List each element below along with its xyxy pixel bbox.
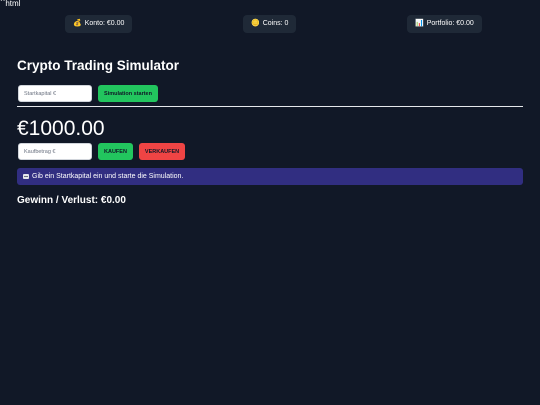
konto-stat: 💰 Konto: €0.00 [65,15,133,33]
stray-text: ``html [0,0,21,8]
bar-chart-icon: 📊 [415,20,424,27]
stats-bar: 💰 Konto: €0.00 🪙 Coins: 0 📊 Portfolio: €… [0,15,540,33]
trade-controls: KAUFEN VERKAUFEN [18,143,186,160]
money-bag-icon: 💰 [73,20,82,27]
start-simulation-button[interactable]: Simulation starten [98,85,158,102]
sell-button[interactable]: VERKAUFEN [138,143,186,160]
balance-display: €1000.00 [17,117,105,140]
start-capital-input[interactable] [18,85,92,102]
coins-stat: 🪙 Coins: 0 [243,15,297,33]
info-message: Gib ein Startkapital ein und starte die … [17,168,523,185]
newspaper-icon [23,174,29,179]
buy-button[interactable]: KAUFEN [98,143,133,160]
start-controls: Simulation starten [18,85,158,102]
buy-amount-input[interactable] [18,143,92,160]
info-text: Gib ein Startkapital ein und starte die … [32,173,184,180]
profit-loss: Gewinn / Verlust: €0.00 [17,195,126,206]
konto-label: Konto: €0.00 [84,20,125,27]
page: ``html 💰 Konto: €0.00 🪙 Coins: 0 📊 Portf… [0,0,540,405]
portfolio-label: Portfolio: €0.00 [426,20,474,27]
coin-icon: 🪙 [251,20,260,27]
page-title: Crypto Trading Simulator [17,58,180,73]
divider [17,106,523,107]
coins-label: Coins: 0 [262,20,289,27]
portfolio-stat: 📊 Portfolio: €0.00 [407,15,482,33]
